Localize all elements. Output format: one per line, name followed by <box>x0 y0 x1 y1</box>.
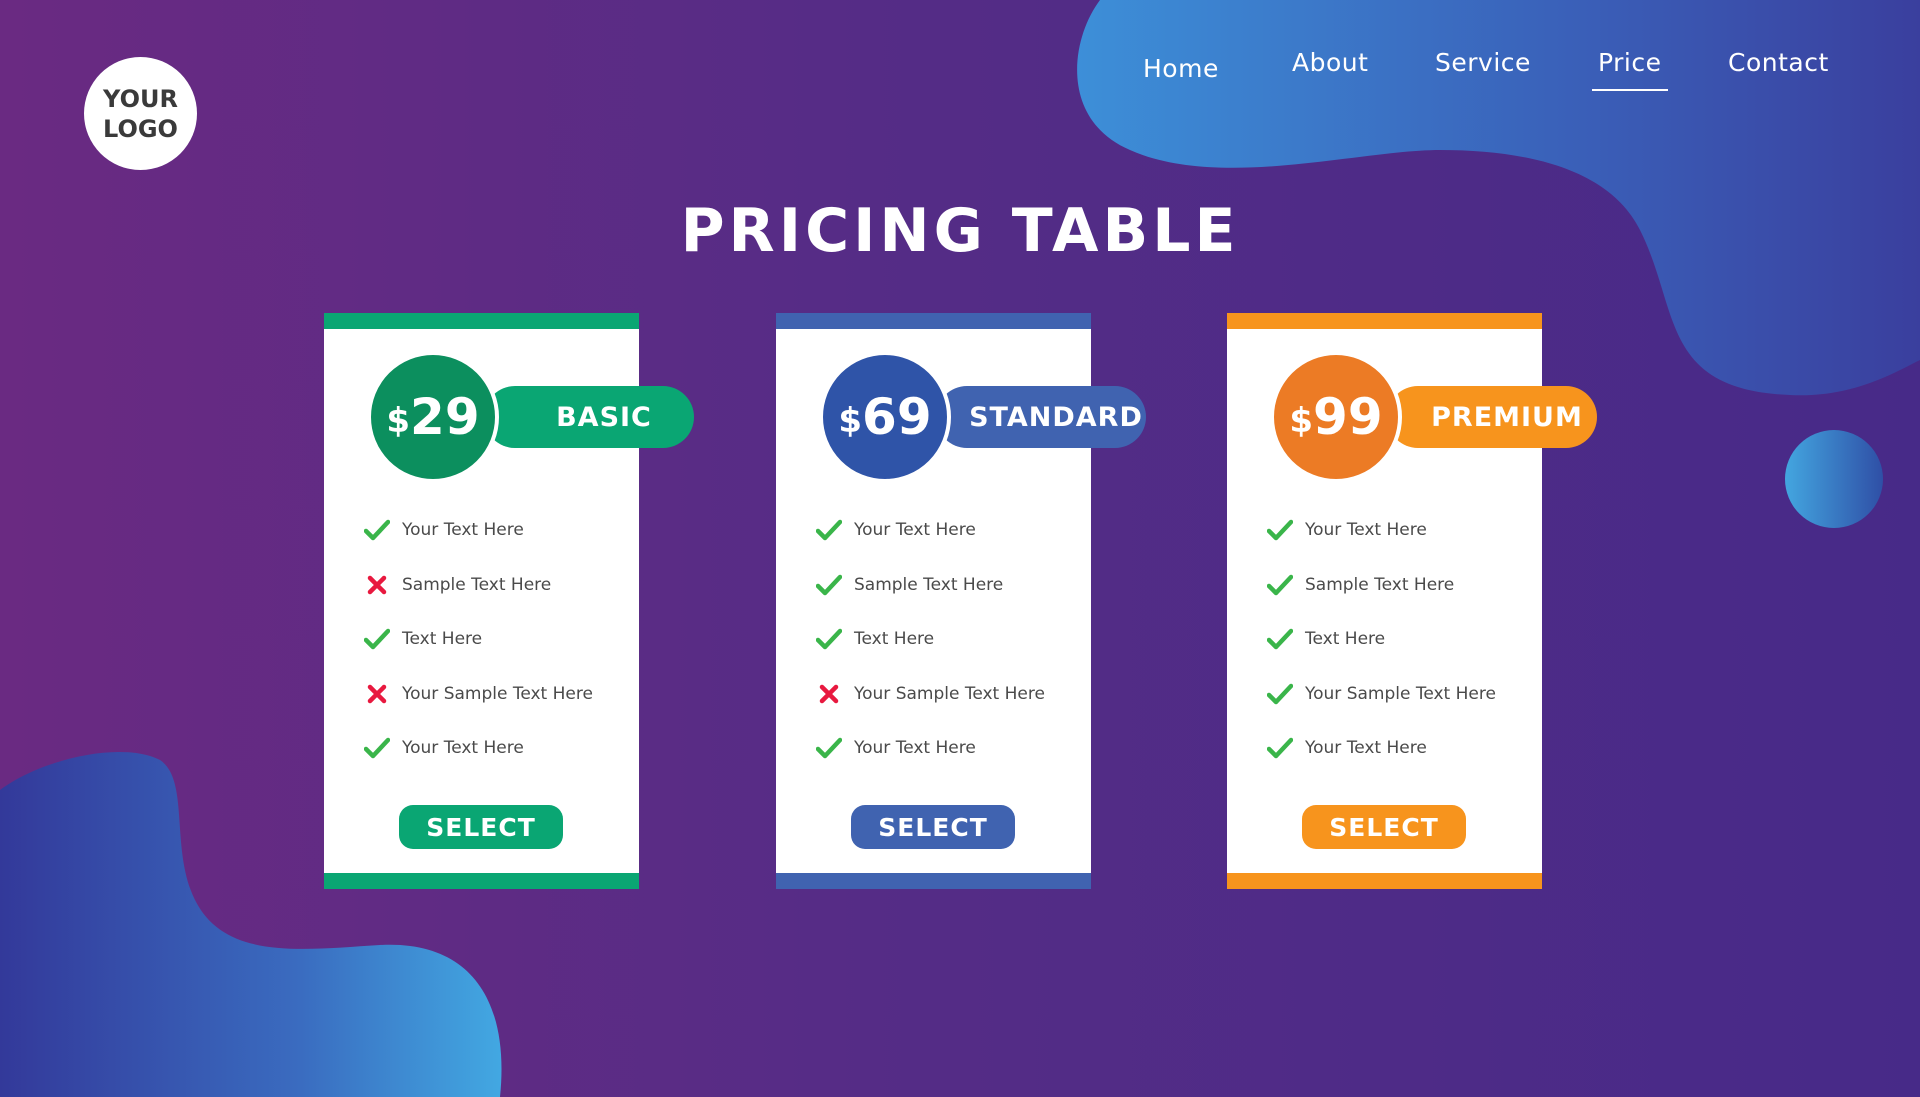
nav-item-service[interactable]: Service <box>1435 48 1531 77</box>
feature-text: Your Text Here <box>1305 738 1427 759</box>
feature-item: Text Here <box>814 612 1081 667</box>
price-amount: 69 <box>862 388 932 446</box>
feature-text: Your Text Here <box>402 738 524 759</box>
plan-name-badge: STANDARD <box>936 386 1146 448</box>
cross-icon <box>362 570 392 600</box>
feature-text: Text Here <box>402 629 483 650</box>
plan-name-badge: BASIC <box>484 386 694 448</box>
feature-item: Text Here <box>1265 612 1532 667</box>
check-icon <box>814 570 844 600</box>
check-icon <box>1265 733 1295 763</box>
feature-item: Sample Text Here <box>814 558 1081 613</box>
check-icon <box>814 624 844 654</box>
price-circle: $ 29 <box>367 351 499 483</box>
select-button[interactable]: SELECT <box>1302 805 1466 849</box>
feature-text: Your Sample Text Here <box>854 683 1045 704</box>
feature-item: Your Text Here <box>362 503 629 558</box>
feature-text: Your Sample Text Here <box>1305 683 1496 704</box>
feature-list: Your Text Here Sample Text Here Text Here Y… <box>362 503 629 776</box>
feature-item: Sample Text Here <box>1265 558 1532 613</box>
feature-item: Your Text Here <box>814 721 1081 776</box>
price-currency: $ <box>1289 401 1314 441</box>
feature-item: Your Sample Text Here <box>362 667 629 722</box>
price-currency: $ <box>838 401 863 441</box>
price-amount: 29 <box>410 388 480 446</box>
feature-item: Text Here <box>362 612 629 667</box>
select-button[interactable]: SELECT <box>399 805 563 849</box>
feature-text: Your Text Here <box>402 520 524 541</box>
card-bottom-bar <box>1227 873 1542 889</box>
select-button[interactable]: SELECT <box>851 805 1015 849</box>
nav-item-home[interactable]: Home <box>1143 54 1219 83</box>
price-currency: $ <box>386 401 411 441</box>
page-title: PRICING TABLE <box>680 196 1240 266</box>
feature-item: Your Sample Text Here <box>1265 667 1532 722</box>
feature-text: Your Text Here <box>1305 520 1427 541</box>
price-amount: 99 <box>1313 388 1383 446</box>
pricing-card-basic: BASIC $ 29 Your Text Here Sample Text Her… <box>324 313 694 889</box>
feature-text: Your Text Here <box>854 520 976 541</box>
check-icon <box>362 515 392 545</box>
feature-text: Text Here <box>854 629 935 650</box>
price-circle: $ 99 <box>1270 351 1402 483</box>
nav-item-price[interactable]: Price <box>1592 48 1667 91</box>
feature-item: Your Text Here <box>814 503 1081 558</box>
card-bottom-bar <box>324 873 639 889</box>
feature-text: Sample Text Here <box>1305 574 1455 595</box>
feature-text: Your Sample Text Here <box>402 683 593 704</box>
feature-text: Your Text Here <box>854 738 976 759</box>
feature-item: Sample Text Here <box>362 558 629 613</box>
pricing-card-standard: STANDARD $ 69 Your Text Here Sample Text … <box>776 313 1146 889</box>
feature-text: Text Here <box>1305 629 1386 650</box>
check-icon <box>1265 624 1295 654</box>
pricing-card-premium: PREMIUM $ 99 Your Text Here Sample Text H… <box>1227 313 1597 889</box>
check-icon <box>1265 570 1295 600</box>
logo-text-line2: LOGO <box>103 114 178 143</box>
main-nav: Home About Service Price Contact <box>0 48 1920 98</box>
nav-item-contact[interactable]: Contact <box>1728 48 1829 77</box>
check-icon <box>1265 515 1295 545</box>
check-icon <box>362 624 392 654</box>
feature-list: Your Text Here Sample Text Here Text Here Y… <box>814 503 1081 776</box>
nav-item-about[interactable]: About <box>1292 48 1368 77</box>
check-icon <box>814 515 844 545</box>
feature-item: Your Text Here <box>1265 721 1532 776</box>
cross-icon <box>814 679 844 709</box>
feature-item: Your Text Here <box>362 721 629 776</box>
feature-item: Your Sample Text Here <box>814 667 1081 722</box>
card-top-bar <box>776 313 1091 329</box>
card-bottom-bar <box>776 873 1091 889</box>
feature-item: Your Text Here <box>1265 503 1532 558</box>
check-icon <box>814 733 844 763</box>
price-circle: $ 69 <box>819 351 951 483</box>
feature-text: Sample Text Here <box>854 574 1004 595</box>
plan-name-badge: PREMIUM <box>1387 386 1597 448</box>
card-top-bar <box>1227 313 1542 329</box>
card-top-bar <box>324 313 639 329</box>
decorative-circle <box>1785 430 1883 528</box>
feature-text: Sample Text Here <box>402 574 552 595</box>
cross-icon <box>362 679 392 709</box>
feature-list: Your Text Here Sample Text Here Text Here Y… <box>1265 503 1532 776</box>
check-icon <box>1265 679 1295 709</box>
check-icon <box>362 733 392 763</box>
